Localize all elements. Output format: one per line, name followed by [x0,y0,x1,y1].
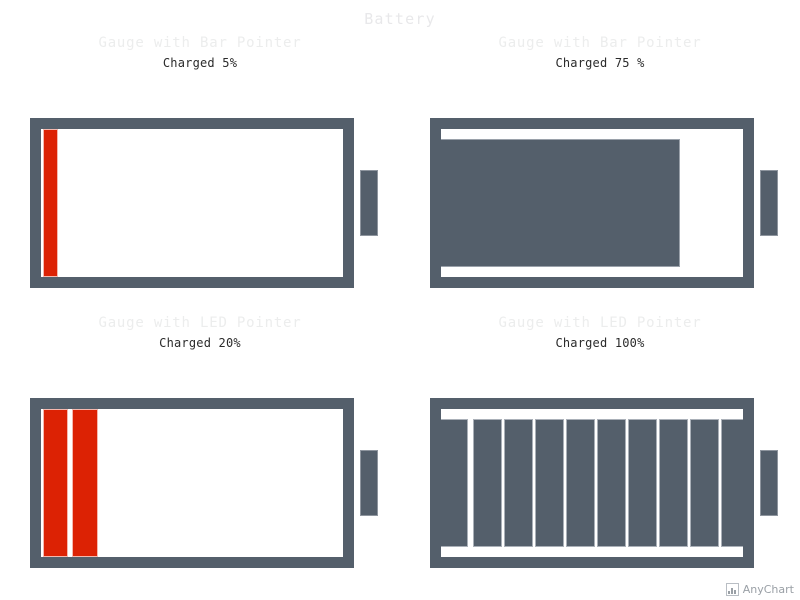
panel-subtitle: Charged 5% [162,56,238,70]
panel-title: Gauge with Bar Pointer [98,35,302,51]
panel-title: Gauge with Bar Pointer [498,35,702,51]
led-segment [473,419,502,547]
battery-cell-area [41,129,343,277]
battery-cell-area [441,129,743,277]
credits-label: AnyChart [742,583,794,596]
gauge-panel-bar-5: Gauge with Bar Pointer Charged 5% [0,0,400,288]
panel-subtitle: Charged 100% [555,336,645,350]
panel-subtitle: Charged 75 % [555,56,645,70]
led-segment [504,419,533,547]
bar-pointer [441,139,680,267]
bar-pointer [43,129,58,277]
battery-terminal [360,170,378,236]
led-segment [535,419,564,547]
battery-cell-area [441,409,743,557]
battery-terminal [760,450,778,516]
battery-terminal [360,450,378,516]
led-segment [72,409,98,557]
led-segment [441,419,468,547]
led-segment [690,419,719,547]
led-segment [566,419,595,547]
anychart-credits[interactable]: AnyChart [725,583,794,596]
panel-title: Gauge with LED Pointer [98,315,302,331]
panel-title: Gauge with LED Pointer [498,315,702,331]
panel-subtitle: Charged 20% [159,336,241,350]
chart-stage: Battery Gauge with Bar Pointer Charged 5… [0,0,800,600]
gauge-panel-led-100: Gauge with LED Pointer Charged 100% [400,280,800,568]
battery-cell-area [41,409,343,557]
led-segment [597,419,626,547]
gauge-panel-bar-75: Gauge with Bar Pointer Charged 75 % [400,0,800,288]
led-segment [659,419,688,547]
gauge-panel-led-20: Gauge with LED Pointer Charged 20% [0,280,400,568]
led-segment [43,409,68,557]
led-segment [721,419,743,547]
bar-chart-icon [725,583,739,596]
led-segment [628,419,657,547]
battery-terminal [760,170,778,236]
